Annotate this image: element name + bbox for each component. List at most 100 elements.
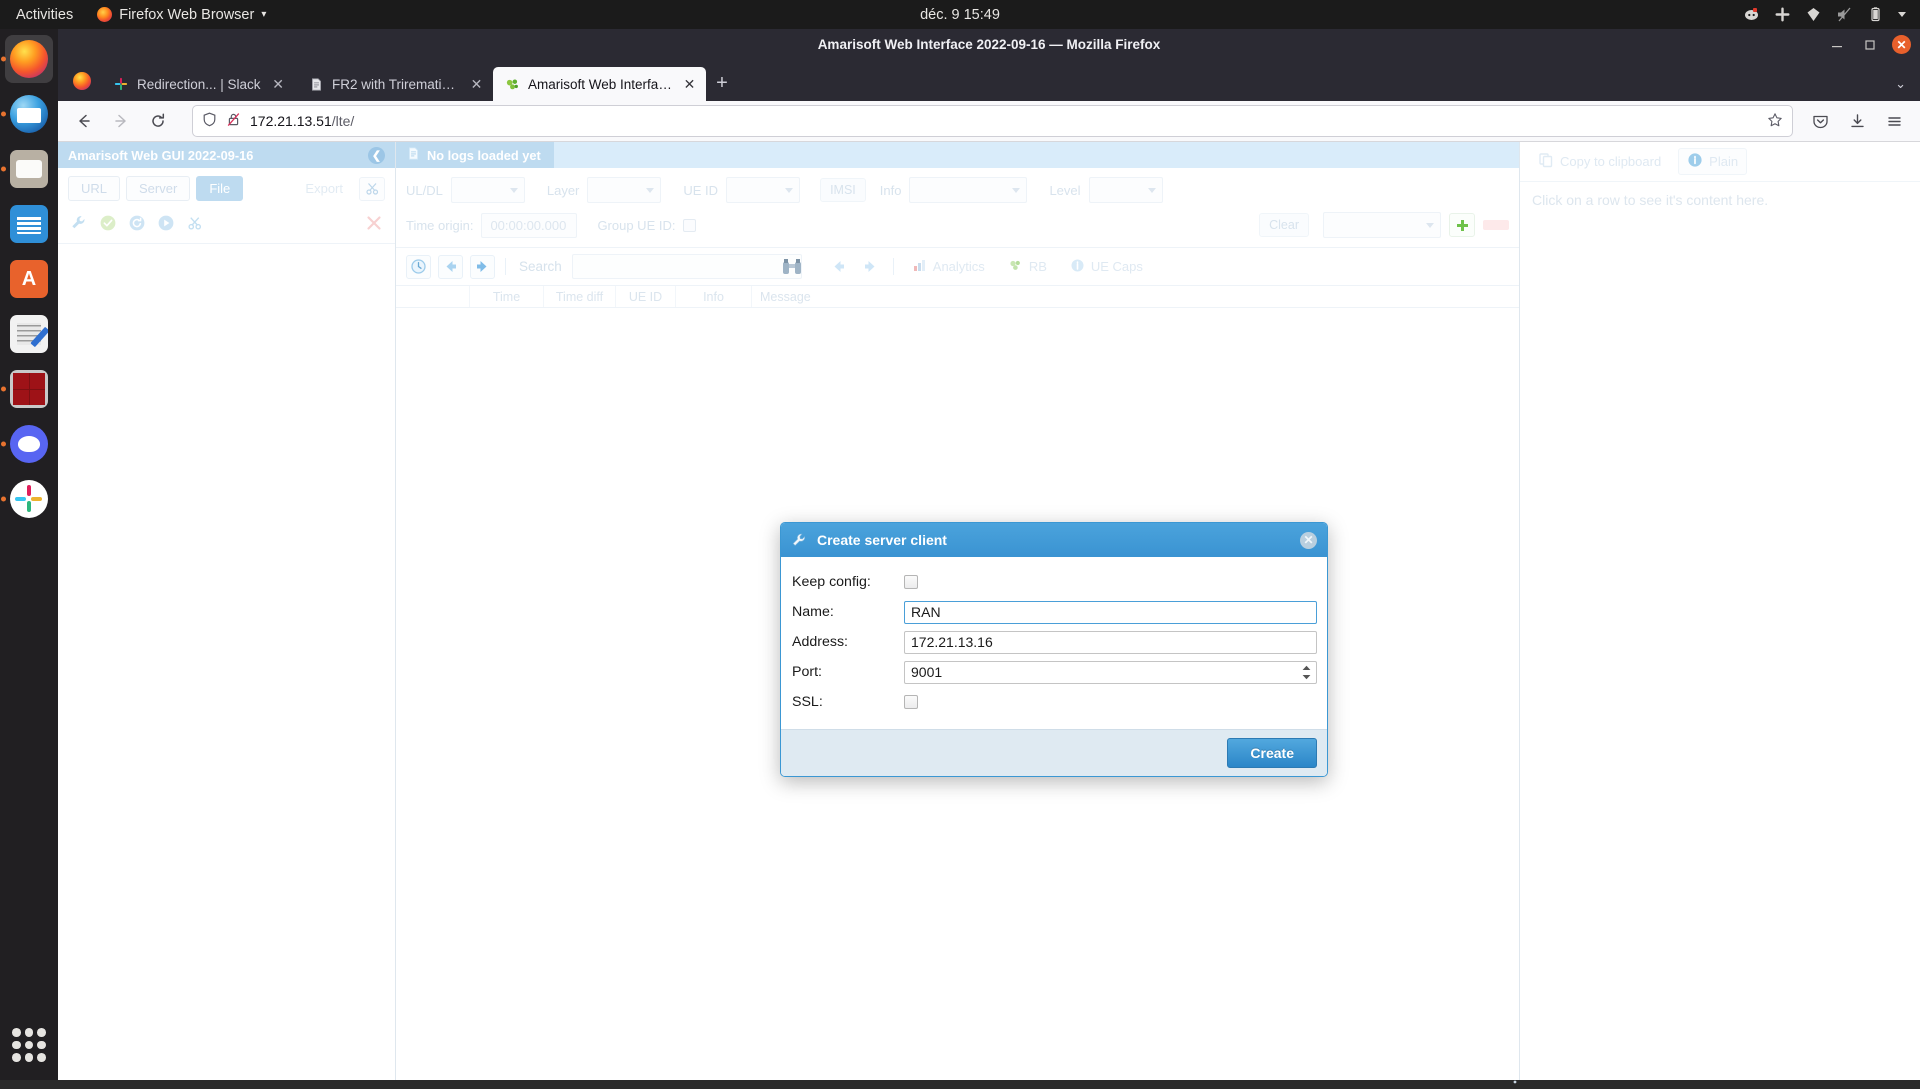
- dock-item-slack[interactable]: [1, 475, 53, 523]
- scissors-icon[interactable]: [359, 176, 385, 201]
- column-header-ue-id[interactable]: UE ID: [616, 286, 676, 307]
- keep-config-checkbox[interactable]: [904, 575, 918, 589]
- activities-button[interactable]: Activities: [0, 7, 87, 23]
- column-header-time[interactable]: Time: [470, 286, 544, 307]
- address-label: Address:: [792, 634, 848, 650]
- network-icon[interactable]: [1805, 6, 1822, 23]
- close-tab-icon[interactable]: ✕: [269, 75, 288, 94]
- shield-icon[interactable]: [202, 112, 217, 130]
- close-x-icon[interactable]: [363, 212, 385, 234]
- play-icon[interactable]: [155, 212, 177, 234]
- chevron-left-icon[interactable]: ❮: [368, 146, 385, 164]
- filter-select-info[interactable]: [909, 177, 1028, 203]
- close-button[interactable]: ✕: [1892, 35, 1911, 54]
- tab-fr2-document[interactable]: FR2 with Trirematics Alm ✕: [297, 67, 493, 101]
- scissors-icon[interactable]: [184, 212, 206, 234]
- chevron-down-icon: [509, 187, 518, 193]
- dialog-titlebar[interactable]: Create server client ✕: [781, 523, 1327, 557]
- refresh-icon[interactable]: [126, 212, 148, 234]
- show-applications-button[interactable]: [12, 1028, 46, 1062]
- info-icon: [1070, 258, 1085, 276]
- create-button[interactable]: Create: [1227, 738, 1317, 768]
- clear-button[interactable]: Clear: [1259, 213, 1309, 237]
- binoculars-icon[interactable]: [781, 256, 803, 283]
- close-tab-icon[interactable]: ✕: [467, 75, 486, 94]
- filter-select-layer[interactable]: [587, 177, 662, 203]
- search-next-icon[interactable]: [858, 255, 883, 279]
- name-input[interactable]: RAN: [904, 600, 1317, 624]
- plus-icon[interactable]: [1449, 213, 1475, 237]
- url-bar[interactable]: 172.21.13.51/lte/: [192, 105, 1793, 137]
- resize-handle[interactable]: [1510, 1071, 1517, 1084]
- minus-icon[interactable]: [1483, 220, 1509, 230]
- filter-select-ueid[interactable]: [726, 177, 801, 203]
- source-button-file[interactable]: File: [196, 176, 244, 201]
- dock-item-files[interactable]: [1, 145, 53, 193]
- dock-item-ubuntu-software[interactable]: [5, 255, 53, 303]
- close-circle-icon[interactable]: ✕: [1300, 531, 1317, 549]
- address-input[interactable]: 172.21.13.16: [904, 630, 1317, 654]
- chevron-down-icon[interactable]: [1898, 12, 1906, 17]
- column-header-time-diff[interactable]: Time diff: [544, 286, 616, 307]
- filter-select-level[interactable]: [1088, 177, 1163, 203]
- preset-select[interactable]: [1323, 212, 1441, 238]
- minimize-button[interactable]: [1826, 34, 1848, 56]
- search-prev-icon[interactable]: [826, 255, 851, 279]
- source-button-url[interactable]: URL: [68, 176, 121, 201]
- close-tab-icon[interactable]: ✕: [680, 75, 699, 94]
- time-origin-input[interactable]: 00:00:00.000: [481, 212, 578, 238]
- dock-item-thunderbird[interactable]: [1, 90, 53, 138]
- copy-to-clipboard-button[interactable]: Copy to clipboard: [1530, 149, 1669, 174]
- tab-no-logs-loaded[interactable]: No logs loaded yet: [396, 142, 554, 168]
- pocket-icon[interactable]: [1803, 105, 1837, 137]
- dock-item-terminal[interactable]: [1, 365, 53, 413]
- rb-button[interactable]: RB: [1000, 255, 1055, 279]
- dock-item-libreoffice-writer[interactable]: [5, 200, 53, 248]
- search-label: Search: [519, 259, 562, 274]
- reload-icon[interactable]: [141, 105, 175, 137]
- dock-item-discord[interactable]: [1, 420, 53, 468]
- insecure-lock-icon[interactable]: [226, 112, 241, 130]
- back-icon[interactable]: [67, 105, 101, 137]
- slack-icon[interactable]: [1774, 6, 1791, 23]
- volume-muted-icon[interactable]: [1836, 6, 1853, 23]
- analytics-button[interactable]: Analytics: [904, 255, 993, 279]
- downloads-icon[interactable]: [1840, 105, 1874, 137]
- forward-icon[interactable]: [104, 105, 138, 137]
- wrench-icon[interactable]: [68, 212, 90, 234]
- battery-icon[interactable]: [1867, 6, 1884, 23]
- maximize-button[interactable]: [1859, 34, 1881, 56]
- check-circle-icon[interactable]: [97, 212, 119, 234]
- new-tab-button[interactable]: +: [706, 67, 738, 99]
- search-input[interactable]: [571, 254, 802, 279]
- plain-button[interactable]: Plain: [1678, 148, 1748, 175]
- right-panel: Copy to clipboard Plain Click on a row t…: [1520, 142, 1920, 1080]
- clock[interactable]: déc. 9 15:49: [0, 7, 1920, 23]
- app-menu-icon[interactable]: [1877, 105, 1911, 137]
- keep-config-label: Keep config:: [792, 574, 871, 590]
- ssl-checkbox[interactable]: [904, 695, 918, 709]
- group-ue-id-checkbox[interactable]: [683, 218, 697, 232]
- filter-select-uldl[interactable]: [450, 177, 525, 203]
- dock-item-text-editor[interactable]: [5, 310, 53, 358]
- list-all-tabs-icon[interactable]: ⌄: [1895, 76, 1906, 92]
- tab-amarisoft-web-interface[interactable]: Amarisoft Web Interface ✕: [493, 67, 706, 101]
- export-button[interactable]: Export: [295, 177, 353, 200]
- ue-caps-button[interactable]: UE Caps: [1062, 255, 1151, 279]
- app-menu-button[interactable]: Firefox Web Browser ▾: [87, 7, 276, 23]
- nav-prev-icon[interactable]: [438, 254, 463, 279]
- dock-item-firefox[interactable]: [1, 35, 53, 83]
- nav-next-icon[interactable]: [470, 254, 495, 279]
- tab-slack[interactable]: Redirection... | Slack ✕: [102, 67, 297, 101]
- column-header-info[interactable]: Info: [676, 286, 752, 307]
- port-stepper[interactable]: [1297, 662, 1316, 683]
- filter-bar: UL/DL Layer UE ID IMSI Info Level Time o…: [396, 168, 1519, 248]
- discord-icon[interactable]: [1743, 6, 1760, 23]
- bookmark-star-icon[interactable]: [1767, 112, 1783, 131]
- source-button-server[interactable]: Server: [126, 176, 191, 201]
- clock-icon[interactable]: [406, 254, 431, 279]
- port-input[interactable]: 9001: [911, 664, 942, 680]
- column-header-message[interactable]: Message: [752, 286, 1519, 307]
- imsi-button[interactable]: IMSI: [820, 178, 866, 202]
- ue-caps-label: UE Caps: [1090, 259, 1143, 274]
